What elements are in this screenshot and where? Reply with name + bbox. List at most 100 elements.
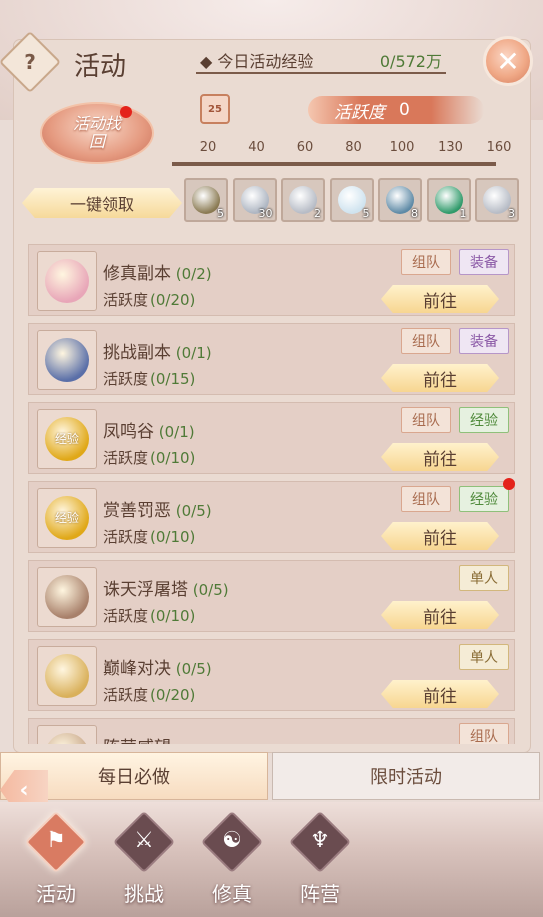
activity-recall-label: 活动找回	[72, 114, 121, 151]
activity-points-pill: 活跃度 0	[308, 96, 484, 124]
treasure-box-icon	[386, 186, 414, 214]
nav-item[interactable]: ♆ 阵营	[278, 810, 358, 912]
task-card: 阵营威望 组队	[28, 718, 515, 744]
page-title: 活动	[74, 52, 127, 82]
orb-label: 经验	[54, 511, 79, 525]
tag-team: 组队	[459, 723, 509, 744]
go-button[interactable]: 前往	[381, 522, 499, 550]
go-button[interactable]: 前往	[381, 601, 499, 629]
tab-limited[interactable]: 限时活动	[272, 752, 540, 800]
task-name: 巅峰对决 (0/5)	[103, 654, 212, 679]
silver-ingot-icon	[289, 186, 317, 214]
task-name-text: 赏善罚恶	[103, 501, 171, 521]
reward-count: 1	[459, 207, 467, 220]
notification-dot	[503, 478, 515, 490]
winged-emblem-icon: ♆	[310, 828, 330, 853]
task-card: 修真副本 (0/2) 活跃度 (0/20) 组队 装备 前往	[28, 244, 515, 316]
task-card: 经验 赏善罚恶 (0/5) 活跃度 (0/10) 组队 经验 前往	[28, 478, 515, 553]
task-name-text: 修真副本	[103, 264, 171, 284]
milestone-label: 100	[389, 140, 415, 155]
daily-exp-value: 0/572万	[379, 52, 442, 71]
go-button[interactable]: 前往	[381, 443, 499, 471]
reward-slot[interactable]: 8	[378, 178, 422, 222]
tag-equip: 装备	[459, 249, 509, 275]
go-button[interactable]: 前往	[381, 364, 499, 392]
task-name-text: 凤鸣谷	[103, 422, 154, 442]
close-button[interactable]: ✕	[483, 36, 533, 86]
task-name: 挑战副本 (0/1)	[103, 338, 212, 363]
nav-item[interactable]: ⚑ 活动	[14, 810, 94, 912]
task-activity: 活跃度 (0/10)	[103, 447, 195, 468]
tag-exp: 经验	[459, 407, 509, 433]
star-emblem-icon	[45, 654, 89, 698]
task-count: (0/5)	[188, 581, 229, 599]
task-activity: 活跃度 (0/10)	[103, 605, 195, 626]
calendar-icon[interactable]: 25	[200, 94, 230, 124]
banner-icon	[45, 733, 89, 744]
task-count: (0/5)	[171, 502, 212, 520]
task-activity-value: (0/20)	[150, 291, 196, 309]
silver-ingot-icon	[483, 186, 511, 214]
orb-label: 经验	[54, 432, 79, 446]
go-button[interactable]: 前往	[381, 285, 499, 313]
task-count: (0/5)	[171, 660, 212, 678]
task-name: 凤鸣谷 (0/1)	[103, 417, 195, 442]
task-name-text: 阵营威望	[103, 738, 171, 744]
jade-token-icon	[192, 186, 220, 214]
task-name: 诛天浮屠塔 (0/5)	[103, 575, 229, 600]
tab-daily-label: 每日必做	[98, 767, 170, 788]
task-activity-value: (0/15)	[150, 370, 196, 388]
tab-bar: 每日必做 限时活动	[0, 752, 543, 802]
tag-team: 组队	[401, 328, 451, 354]
reward-count: 8	[411, 207, 418, 220]
daily-exp-bar: ◆ 今日活动经验 0/572万	[196, 46, 446, 74]
task-activity-label: 活跃度	[103, 370, 149, 388]
reward-slot[interactable]: 2	[281, 178, 325, 222]
claim-all-button[interactable]: 一键领取	[22, 188, 182, 218]
activity-recall-button[interactable]: 活动找回	[40, 102, 154, 164]
calendar-day: 25	[208, 103, 222, 115]
claim-all-label: 一键领取	[69, 195, 134, 214]
tag-team: 组队	[401, 486, 451, 512]
flag-icon: ⚑	[46, 828, 66, 853]
task-name-text: 挑战副本	[103, 343, 171, 363]
task-card: 挑战副本 (0/1) 活跃度 (0/15) 组队 装备前往	[28, 323, 515, 395]
reward-slot[interactable]: 1	[426, 178, 471, 222]
task-list[interactable]: 修真副本 (0/2) 活跃度 (0/20) 组队 装备 前往 挑战副本 (0/1) 活跃度 (0…	[28, 244, 515, 744]
nav-label: 活动	[36, 882, 76, 906]
task-name-text: 诛天浮屠塔	[103, 580, 188, 600]
task-activity-value: (0/20)	[150, 686, 196, 704]
reward-slot[interactable]: 5	[329, 178, 374, 222]
tag-solo: 单人	[459, 565, 509, 591]
task-name: 赏善罚恶 (0/5)	[103, 496, 212, 521]
lotus-icon	[45, 259, 89, 303]
crossed-swords-icon: ⚔	[134, 828, 154, 853]
swirl-icon: ☯	[222, 828, 242, 853]
go-button[interactable]: 前往	[381, 680, 499, 708]
task-icon-frame	[37, 251, 97, 311]
nav-item[interactable]: ⚔ 挑战	[102, 810, 182, 912]
milestone-label: 20	[199, 140, 217, 155]
task-name: 阵营威望	[103, 733, 171, 744]
reward-slot[interactable]: 5	[184, 178, 228, 222]
tag-equip: 装备	[459, 328, 509, 354]
tag-team: 组队	[401, 249, 451, 275]
task-icon-frame	[37, 330, 97, 390]
activity-points-label: 活跃度	[334, 102, 385, 123]
nav-item[interactable]: ☯ 修真	[190, 810, 270, 912]
reward-slot[interactable]: 3	[475, 178, 519, 222]
task-count: (0/1)	[154, 423, 195, 441]
tag-team: 组队	[401, 407, 451, 433]
task-count: (0/2)	[171, 265, 212, 283]
tab-limited-label: 限时活动	[370, 767, 442, 788]
activity-progress-track	[172, 162, 496, 166]
crystal-icon	[337, 186, 366, 214]
activity-points-value: 0	[399, 100, 410, 120]
milestone-label: 60	[296, 140, 314, 155]
tag-exp: 经验	[459, 486, 509, 512]
reward-count: 3	[508, 207, 515, 220]
task-icon-frame	[37, 567, 97, 627]
task-icon-frame	[37, 646, 97, 706]
reward-slot[interactable]: 30	[232, 178, 277, 222]
task-card: 诛天浮屠塔 (0/5) 活跃度 (0/10) 单人前往	[28, 560, 515, 632]
